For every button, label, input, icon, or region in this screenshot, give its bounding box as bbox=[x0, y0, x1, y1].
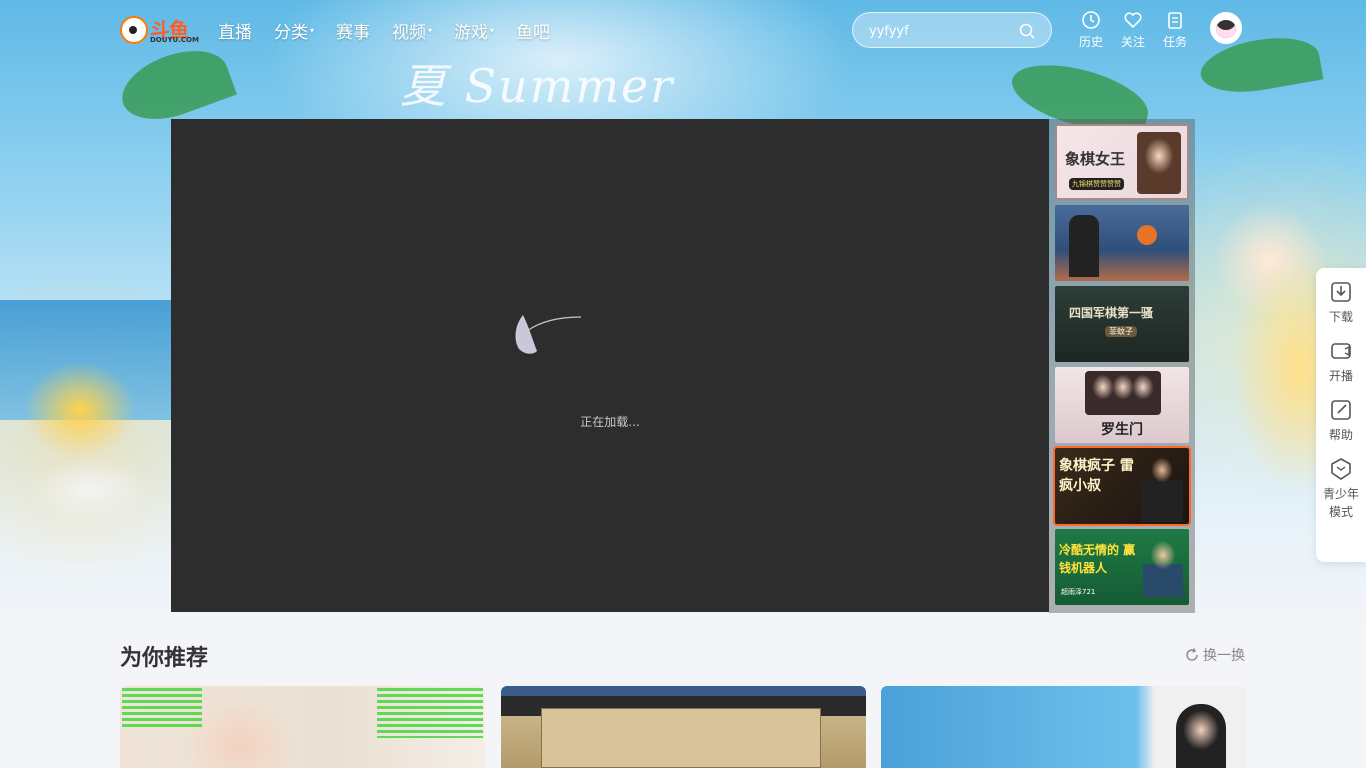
cartoon-character bbox=[1143, 537, 1183, 597]
task-label: 任务 bbox=[1162, 35, 1187, 49]
game-window bbox=[541, 708, 821, 768]
shield-icon bbox=[1331, 458, 1351, 480]
nav-item-live[interactable]: 直播 bbox=[218, 18, 252, 43]
download-label: 下载 bbox=[1328, 310, 1353, 324]
follow-button[interactable]: 关注 bbox=[1112, 10, 1154, 50]
video-player[interactable]: 正在加载... bbox=[171, 119, 1049, 612]
search-box bbox=[852, 12, 1052, 48]
main-nav: 直播 分类 ▾ 赛事 视频 ▾ 游戏 ▾ 鱼吧 bbox=[218, 18, 572, 43]
nav-item-video[interactable]: 视频 ▾ bbox=[392, 18, 432, 43]
thumbnail-item[interactable]: 冷酷无情的 赢钱机器人 超雨泽721 bbox=[1055, 529, 1189, 605]
top-nav: 斗鱼 DOUYU.COM 直播 分类▾ 赛事 视频▾ 游戏▾ 鱼吧 历史 关注 … bbox=[0, 0, 1366, 60]
nav-item-fishbar[interactable]: 鱼吧 bbox=[516, 18, 550, 43]
thumbnail-title: 象棋疯子 雷疯小叔 bbox=[1059, 458, 1134, 494]
heart-icon bbox=[1124, 12, 1142, 29]
recommend-title: 为你推荐 bbox=[120, 646, 209, 671]
thumbnail-item[interactable]: 四国军棋第一骚 菲蚊子 bbox=[1055, 286, 1189, 362]
thumbnail-caption: 超雨泽721 bbox=[1061, 588, 1096, 596]
thumbnail-item[interactable]: 象棋疯子 雷疯小叔 bbox=[1053, 446, 1191, 526]
task-button[interactable]: 任务 bbox=[1154, 10, 1196, 50]
download-button[interactable]: 下载 bbox=[1316, 280, 1366, 325]
douyu-logo[interactable]: 斗鱼 DOUYU.COM bbox=[120, 14, 199, 46]
streamer-photo bbox=[1137, 132, 1181, 194]
download-icon bbox=[1331, 282, 1351, 302]
teen-mode-label: 青少年模式 bbox=[1322, 487, 1359, 519]
help-label: 帮助 bbox=[1328, 428, 1353, 442]
history-label: 历史 bbox=[1078, 35, 1103, 49]
loading-spinner-icon bbox=[515, 315, 582, 354]
thumbnail-item[interactable] bbox=[1055, 205, 1189, 281]
search-input[interactable] bbox=[869, 21, 1009, 41]
camera-icon bbox=[1331, 343, 1351, 359]
follow-label: 关注 bbox=[1120, 35, 1145, 49]
help-button[interactable]: 帮助 bbox=[1316, 398, 1366, 443]
refresh-icon bbox=[1186, 648, 1198, 661]
top-actions: 历史 关注 任务 bbox=[1070, 10, 1196, 50]
streamer-photo bbox=[1176, 704, 1226, 768]
side-toolbar: 下载 开播 帮助 青少年模式 bbox=[1316, 268, 1366, 562]
caret-down-icon: ▾ bbox=[490, 26, 495, 35]
clipboard-icon bbox=[1168, 12, 1182, 29]
nav-item-category[interactable]: 分类 ▾ bbox=[274, 18, 314, 43]
search-icon[interactable] bbox=[1019, 23, 1035, 39]
recommend-card[interactable] bbox=[501, 686, 866, 768]
recommend-cards bbox=[120, 686, 1246, 768]
thumbnail-caption: 九锦棋赞赞赞赞 bbox=[1069, 178, 1124, 190]
thumbnail-item[interactable]: 象棋女王 九锦棋赞赞赞赞 bbox=[1055, 124, 1189, 200]
caret-down-icon: ▾ bbox=[310, 26, 315, 35]
start-broadcast-label: 开播 bbox=[1328, 369, 1353, 383]
history-button[interactable]: 历史 bbox=[1070, 10, 1112, 50]
recommend-card[interactable] bbox=[881, 686, 1246, 768]
stream-overlay-text bbox=[377, 688, 483, 738]
refresh-button[interactable]: 换一换 bbox=[1185, 645, 1245, 665]
recommend-card[interactable] bbox=[120, 686, 485, 768]
thumbnail-title: 象棋女王 bbox=[1065, 150, 1126, 168]
thumbnail-title: 四国军棋第一骚 bbox=[1069, 306, 1154, 320]
thumbnail-title: 冷酷无情的 赢钱机器人 bbox=[1059, 543, 1136, 575]
nav-item-games[interactable]: 游戏 ▾ bbox=[454, 18, 494, 43]
caret-down-icon: ▾ bbox=[428, 26, 433, 35]
logo-mascot-icon bbox=[120, 16, 148, 44]
refresh-label: 换一换 bbox=[1203, 648, 1245, 664]
basketball-graphic bbox=[1137, 225, 1157, 245]
clock-icon bbox=[1082, 11, 1100, 29]
edit-icon bbox=[1331, 400, 1351, 420]
loading-text: 正在加载... bbox=[580, 415, 640, 429]
teen-mode-button[interactable]: 青少年模式 bbox=[1316, 457, 1366, 521]
thumbnail-caption: 菲蚊子 bbox=[1105, 326, 1137, 337]
start-broadcast-button[interactable]: 开播 bbox=[1316, 339, 1366, 384]
duck-mascot-illustration bbox=[10, 350, 170, 520]
nav-item-events[interactable]: 赛事 bbox=[336, 18, 370, 43]
streamer-photo bbox=[1085, 371, 1161, 415]
thumbnail-item[interactable]: 罗生门 bbox=[1055, 367, 1189, 443]
live-thumbnail-list: 象棋女王 九锦棋赞赞赞赞 四国军棋第一骚 菲蚊子 罗生门 象棋疯子 雷疯小叔 冷… bbox=[1049, 119, 1195, 613]
stream-overlay-text bbox=[122, 688, 202, 728]
thumbnail-title: 罗生门 bbox=[1101, 422, 1143, 438]
logo-sub-text: DOUYU.COM bbox=[150, 36, 199, 44]
streamer-photo bbox=[1069, 215, 1099, 277]
user-avatar[interactable] bbox=[1210, 12, 1242, 44]
streamer-photo bbox=[1141, 452, 1183, 522]
